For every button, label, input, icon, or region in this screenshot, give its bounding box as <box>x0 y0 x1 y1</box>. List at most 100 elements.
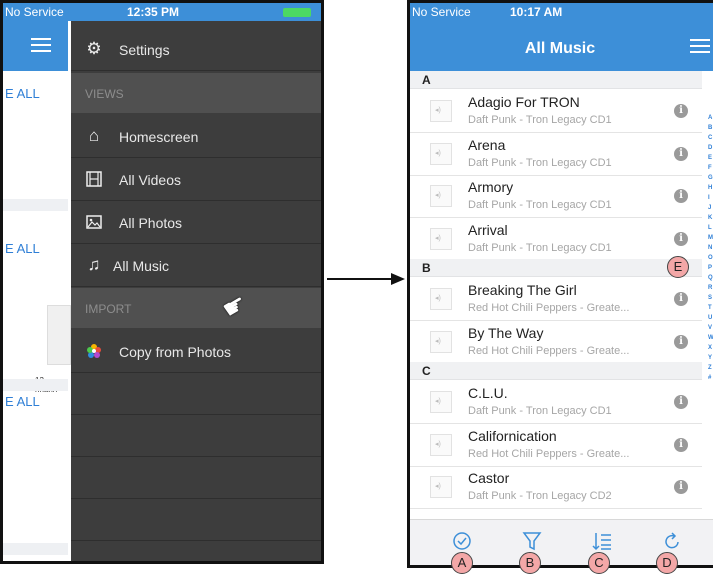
menu-item-all-videos[interactable]: All Videos <box>71 159 321 201</box>
index-letter[interactable]: E <box>708 153 713 163</box>
song-subtitle: Red Hot Chili Peppers - Greate... <box>468 344 630 357</box>
song-row[interactable]: Castor Daft Punk - Tron Legacy CD2 i <box>410 465 702 509</box>
index-letter[interactable]: W <box>708 333 713 343</box>
info-icon[interactable]: i <box>674 292 688 306</box>
see-all-link[interactable]: E ALL <box>5 86 40 101</box>
index-letter[interactable]: K <box>708 213 713 223</box>
audio-file-icon <box>430 142 452 165</box>
photos-app-icon <box>85 342 103 360</box>
callout-badge-d: D <box>656 552 678 574</box>
song-title: C.L.U. <box>468 385 508 401</box>
info-icon[interactable]: i <box>674 146 688 161</box>
index-letter[interactable]: C <box>708 133 713 143</box>
section-header: B <box>410 259 702 277</box>
index-letter[interactable]: X <box>708 343 713 353</box>
index-letter[interactable]: Z <box>708 363 713 373</box>
divider <box>3 199 68 211</box>
divider <box>3 379 68 391</box>
info-icon[interactable]: i <box>674 231 688 246</box>
section-label: IMPORT <box>85 302 132 316</box>
carrier-label: No Service <box>412 5 471 19</box>
menu-empty-row <box>71 415 321 457</box>
clock: 12:35 PM <box>127 5 180 19</box>
left-phone-screen: No Service 12:35 PM E ALL E ALL 13-rihan… <box>0 0 324 564</box>
index-letter[interactable]: O <box>708 253 713 263</box>
menu-section-views: VIEWS <box>71 73 321 113</box>
music-list[interactable]: A Adagio For TRON Daft Punk - Tron Legacy … <box>410 71 702 519</box>
section-letter: A <box>422 73 431 87</box>
song-row[interactable]: C.L.U. Daft Punk - Tron Legacy CD1 i <box>410 380 702 424</box>
index-letter[interactable]: L <box>708 223 713 233</box>
divider <box>3 543 68 555</box>
song-row[interactable]: Adagio For TRON Daft Punk - Tron Legacy C… <box>410 89 702 133</box>
song-subtitle: Daft Punk - Tron Legacy CD2 <box>468 490 612 502</box>
see-all-link[interactable]: E ALL <box>5 241 40 256</box>
audio-file-icon <box>430 100 452 122</box>
info-icon[interactable]: i <box>674 480 688 494</box>
index-letter[interactable]: Q <box>708 273 713 283</box>
song-row[interactable]: By The Way Red Hot Chili Peppers - Greate… <box>410 320 702 364</box>
index-letter[interactable]: F <box>708 163 713 173</box>
background-header <box>3 21 68 71</box>
callout-badge-a: A <box>451 552 473 574</box>
info-icon[interactable]: i <box>674 395 688 409</box>
menu-empty-row <box>71 457 321 499</box>
filter-icon[interactable] <box>521 530 543 552</box>
info-icon[interactable]: i <box>674 437 688 452</box>
index-letter[interactable]: J <box>708 203 713 213</box>
song-title: Armory <box>468 179 514 195</box>
index-letter[interactable]: # <box>708 373 713 383</box>
refresh-icon[interactable] <box>661 530 683 552</box>
info-icon[interactable]: i <box>674 104 688 118</box>
callout-badge-e: E <box>667 256 689 278</box>
video-thumbnail[interactable] <box>47 305 71 365</box>
menu-empty-row <box>71 373 321 415</box>
index-letter[interactable]: N <box>708 243 713 253</box>
menu-item-settings[interactable]: ⚙ Settings <box>71 29 321 71</box>
menu-empty-row <box>71 499 321 541</box>
menu-item-all-photos[interactable]: All Photos <box>71 202 321 244</box>
index-letter[interactable]: S <box>708 293 713 303</box>
song-row[interactable]: Breaking The Girl Red Hot Chili Peppers -… <box>410 277 702 321</box>
index-letter[interactable]: H <box>708 183 713 193</box>
hamburger-icon[interactable] <box>690 39 710 53</box>
sort-icon[interactable] <box>591 530 613 552</box>
song-row[interactable]: Arrival Daft Punk - Tron Legacy CD1 i <box>410 217 702 261</box>
status-bar: No Service 10:17 AM <box>410 3 713 21</box>
song-title: Arena <box>468 136 506 153</box>
alphabet-index[interactable]: ABCDEFGHIJKLMNOPQRSTUVWXYZ# <box>708 113 713 383</box>
index-letter[interactable]: A <box>708 113 713 123</box>
song-row[interactable]: Arena Daft Punk - Tron Legacy CD1 i <box>410 132 702 176</box>
song-row[interactable]: Californication Red Hot Chili Peppers - G… <box>410 423 702 467</box>
song-title: Castor <box>468 470 510 486</box>
info-icon[interactable]: i <box>674 189 688 203</box>
index-letter[interactable]: I <box>708 193 713 203</box>
index-letter[interactable]: M <box>708 233 713 243</box>
hamburger-icon[interactable] <box>31 38 51 52</box>
menu-item-copy-from-photos[interactable]: Copy from Photos <box>71 331 321 373</box>
music-note-icon: ♫ <box>87 255 101 274</box>
nav-bar: All Music <box>410 21 713 71</box>
index-letter[interactable]: U <box>708 313 713 323</box>
info-icon[interactable]: i <box>674 334 688 349</box>
menu-item-homescreen[interactable]: ⌂ Homescreen <box>71 116 321 158</box>
menu-item-label: All Photos <box>119 215 183 231</box>
index-letter[interactable]: Y <box>708 353 713 363</box>
index-letter[interactable]: B <box>708 123 713 133</box>
index-letter[interactable]: R <box>708 283 713 293</box>
index-letter[interactable]: P <box>708 263 713 273</box>
film-icon <box>85 170 103 188</box>
right-phone-screen: No Service 10:17 AM All Music A Adagio Fo… <box>407 0 713 568</box>
song-title: Adagio For TRON <box>468 94 580 110</box>
song-row[interactable]: Armory Daft Punk - Tron Legacy CD1 i <box>410 174 702 218</box>
song-title: Californication <box>468 427 557 444</box>
index-letter[interactable]: G <box>708 173 713 183</box>
index-letter[interactable]: D <box>708 143 713 153</box>
menu-item-all-music[interactable]: ♫ All Music <box>71 245 321 287</box>
see-all-link[interactable]: E ALL <box>5 394 40 409</box>
menu-item-label: Copy from Photos <box>119 344 232 360</box>
index-letter[interactable]: T <box>708 303 713 313</box>
index-letter[interactable]: V <box>708 323 713 333</box>
battery-icon <box>283 8 311 17</box>
select-icon[interactable] <box>451 530 473 552</box>
